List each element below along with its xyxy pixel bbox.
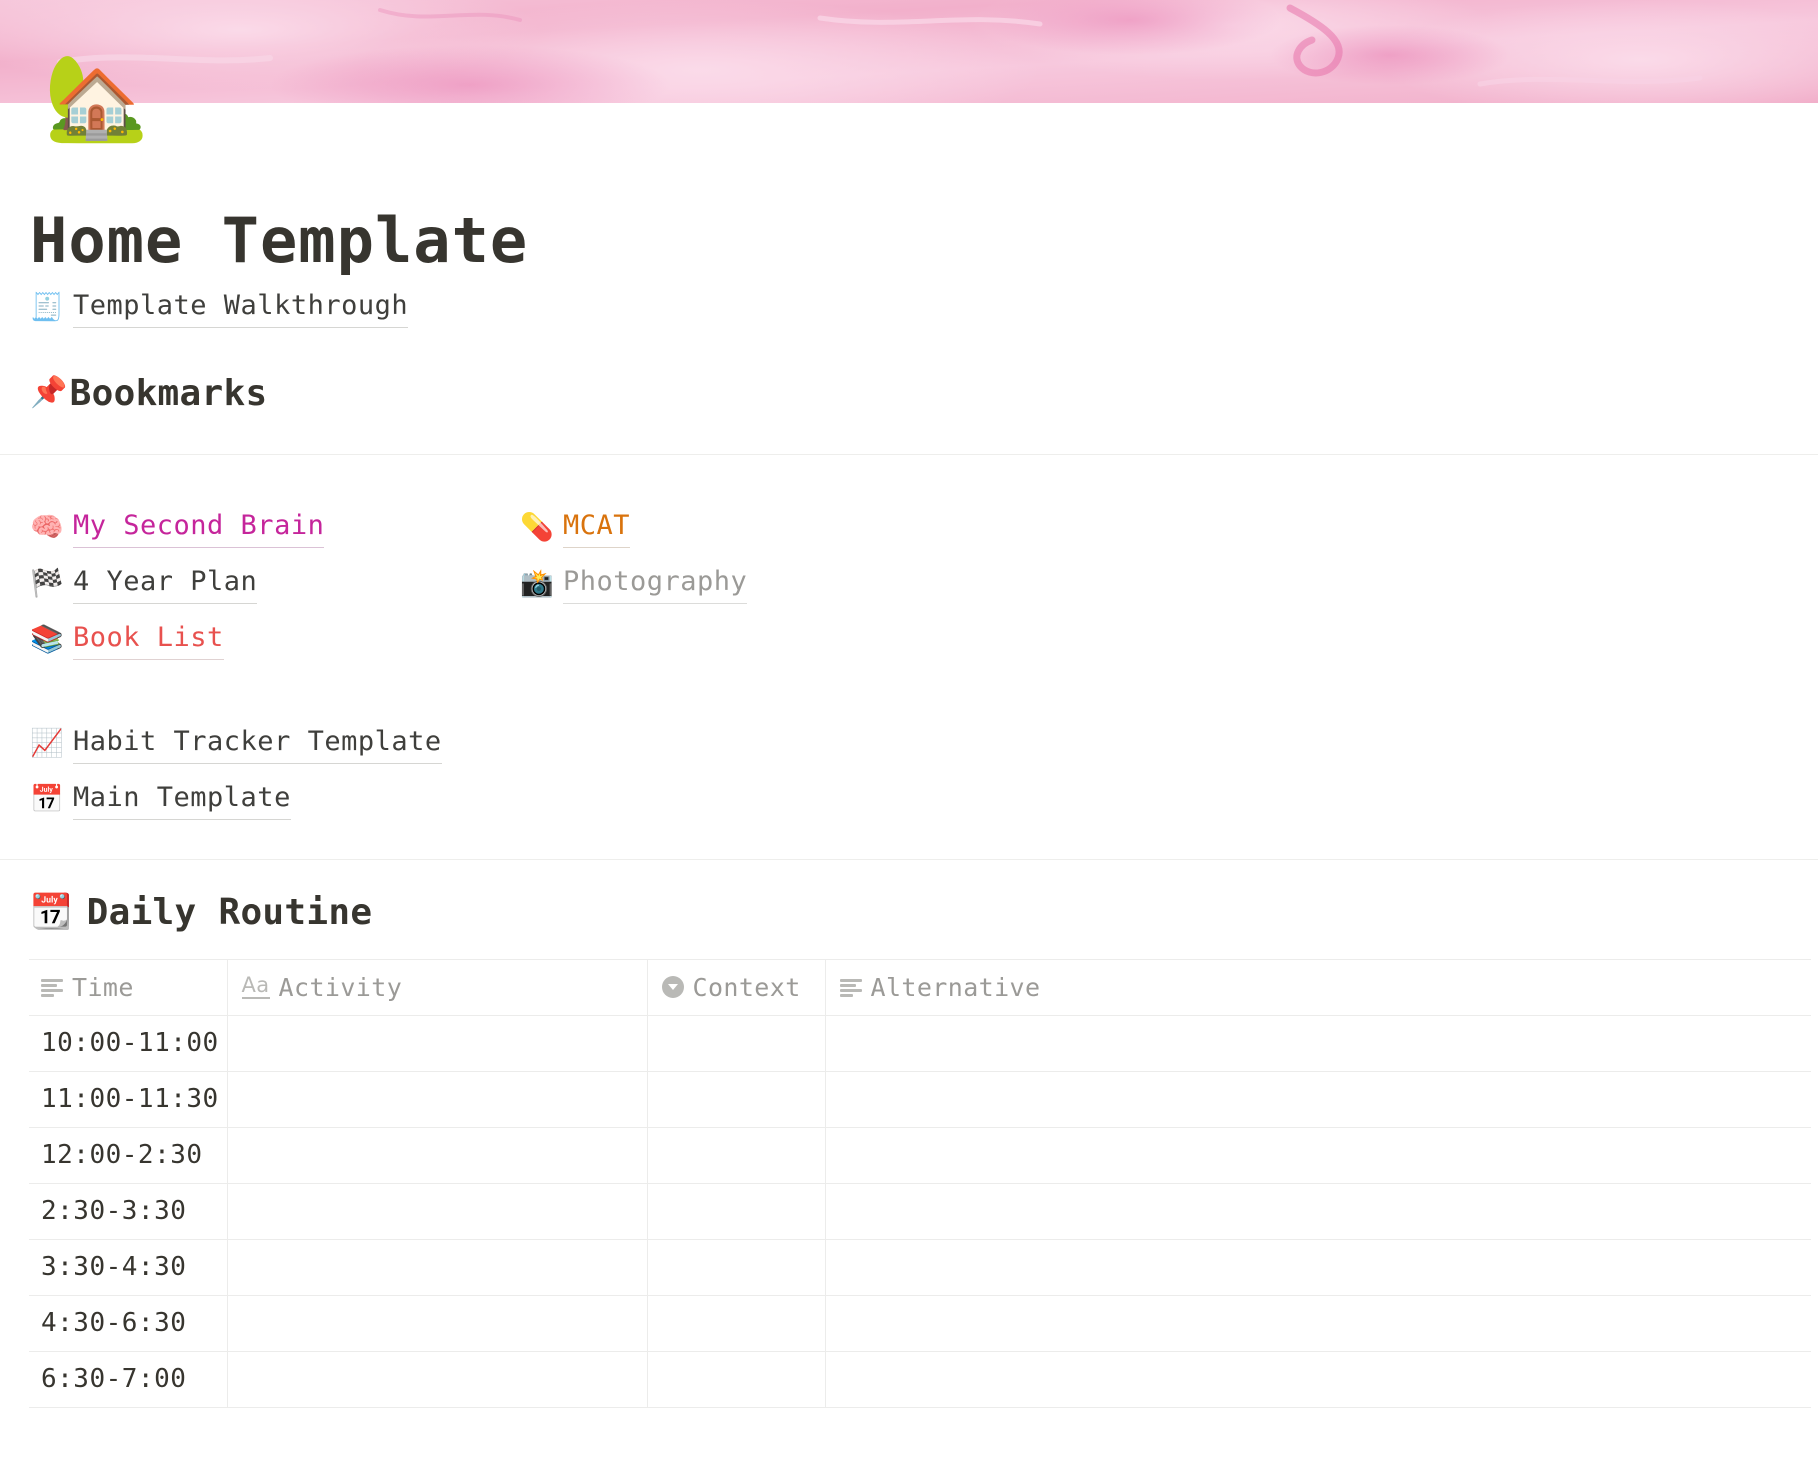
page-content: Home Template 🧾 Template Walkthrough 📌 B… [0, 207, 1818, 1408]
chequered-flag-emoji: 🏁 [30, 568, 64, 600]
select-circle-icon [661, 976, 684, 999]
bookmark-photography[interactable]: 📸 Photography [520, 561, 1010, 607]
cover-marble-texture [0, 0, 1818, 103]
cell-alternative[interactable] [825, 1015, 1811, 1072]
column-header-activity[interactable]: Aa Activity [227, 958, 648, 1016]
cell-time[interactable]: 10:00-11:00 [29, 1015, 228, 1072]
cell-alternative[interactable] [825, 1351, 1811, 1408]
table-row[interactable]: 11:00-11:30 [29, 1071, 1811, 1128]
cell-alternative[interactable] [825, 1071, 1811, 1128]
text-lines-icon [839, 978, 862, 997]
chart-increasing-emoji: 📈 [30, 728, 64, 760]
daily-routine-table: Time Aa Activity Context Alternative 10:… [29, 958, 1811, 1408]
bookmark-mcat[interactable]: 💊 MCAT [520, 505, 1010, 551]
cell-context[interactable] [647, 1127, 826, 1184]
link-label[interactable]: Main Template [73, 780, 291, 820]
column-header-context[interactable]: Context [647, 958, 826, 1016]
cell-activity[interactable] [227, 1183, 648, 1240]
page-title[interactable]: Home Template [30, 207, 1788, 275]
bookmarks-column-left: 🧠 My Second Brain 🏁 4 Year Plan 📚 Book L… [30, 495, 520, 663]
bookmarks-column-right: 💊 MCAT 📸 Photography [520, 495, 1010, 663]
cell-context[interactable] [647, 1071, 826, 1128]
divider-top [0, 453, 1818, 455]
cell-activity[interactable] [227, 1351, 648, 1408]
link-template-walkthrough[interactable]: 🧾 Template Walkthrough [30, 285, 1788, 331]
bookmark-label[interactable]: 4 Year Plan [73, 564, 258, 604]
heading-daily-routine: 📆 Daily Routine [30, 892, 1788, 933]
table-row[interactable]: 6:30-7:00 [29, 1351, 1811, 1408]
table-row[interactable]: 10:00-11:00 [29, 1015, 1811, 1072]
calendar-emoji: 📅 [30, 784, 64, 816]
bookmarks-columns: 🧠 My Second Brain 🏁 4 Year Plan 📚 Book L… [30, 495, 1788, 663]
link-main-template[interactable]: 📅 Main Template [30, 777, 1788, 823]
cell-time[interactable]: 3:30-4:30 [29, 1239, 228, 1296]
cell-context[interactable] [647, 1183, 826, 1240]
template-links-group: 📈 Habit Tracker Template 📅 Main Template [30, 721, 1788, 823]
brain-emoji: 🧠 [30, 512, 64, 544]
column-label: Activity [278, 972, 403, 1002]
cell-activity[interactable] [227, 1071, 648, 1128]
divider-bottom [0, 858, 1818, 860]
heading-label: Bookmarks [69, 372, 268, 414]
cell-context[interactable] [647, 1015, 826, 1072]
cell-context[interactable] [647, 1295, 826, 1352]
cell-context[interactable] [647, 1239, 826, 1296]
column-header-alternative[interactable]: Alternative [825, 958, 1811, 1016]
column-label: Alternative [870, 972, 1041, 1002]
table-header-row: Time Aa Activity Context Alternative [29, 958, 1811, 1016]
cell-alternative[interactable] [825, 1295, 1811, 1352]
table-row[interactable]: 2:30-3:30 [29, 1183, 1811, 1240]
pushpin-emoji: 📌 [30, 375, 68, 411]
cell-time[interactable]: 12:00-2:30 [29, 1127, 228, 1184]
page-icon-emoji[interactable]: 🏡 [44, 55, 149, 139]
table-row[interactable]: 4:30-6:30 [29, 1295, 1811, 1352]
column-label: Context [692, 972, 801, 1002]
bookmark-label[interactable]: MCAT [563, 508, 631, 548]
cell-activity[interactable] [227, 1295, 648, 1352]
title-aa-icon: Aa [241, 973, 270, 1000]
bookmark-label[interactable]: Photography [563, 564, 748, 604]
bookmark-book-list[interactable]: 📚 Book List [30, 617, 520, 663]
bookmark-my-second-brain[interactable]: 🧠 My Second Brain [30, 505, 520, 551]
heading-label: Daily Routine [86, 891, 373, 933]
cell-time[interactable]: 6:30-7:00 [29, 1351, 228, 1408]
cell-time[interactable]: 2:30-3:30 [29, 1183, 228, 1240]
cell-time[interactable]: 11:00-11:30 [29, 1071, 228, 1128]
cell-alternative[interactable] [825, 1239, 1811, 1296]
pill-emoji: 💊 [520, 512, 554, 544]
books-emoji: 📚 [30, 624, 64, 656]
link-label[interactable]: Template Walkthrough [73, 288, 409, 328]
receipt-emoji: 🧾 [30, 292, 64, 324]
column-header-time[interactable]: Time [29, 958, 228, 1016]
camera-with-flash-emoji: 📸 [520, 568, 554, 600]
link-label[interactable]: Habit Tracker Template [73, 724, 442, 764]
cell-time[interactable]: 4:30-6:30 [29, 1295, 228, 1352]
link-habit-tracker-template[interactable]: 📈 Habit Tracker Template [30, 721, 1788, 767]
tear-off-calendar-emoji: 📆 [30, 892, 73, 933]
table-row[interactable]: 3:30-4:30 [29, 1239, 1811, 1296]
cell-alternative[interactable] [825, 1183, 1811, 1240]
bookmark-label[interactable]: My Second Brain [73, 508, 325, 548]
column-label: Time [72, 972, 134, 1002]
table-row[interactable]: 12:00-2:30 [29, 1127, 1811, 1184]
text-lines-icon [41, 978, 63, 997]
bookmark-4-year-plan[interactable]: 🏁 4 Year Plan [30, 561, 520, 607]
cell-context[interactable] [647, 1351, 826, 1408]
cell-activity[interactable] [227, 1127, 648, 1184]
cell-activity[interactable] [227, 1239, 648, 1296]
heading-bookmarks: 📌 Bookmarks [30, 373, 1788, 414]
bookmark-label[interactable]: Book List [73, 620, 224, 660]
page-cover-image[interactable] [0, 0, 1818, 103]
cell-alternative[interactable] [825, 1127, 1811, 1184]
cell-activity[interactable] [227, 1015, 648, 1072]
table-body: 10:00-11:00 11:00-11:30 12:00-2:30 2:30-… [29, 1015, 1811, 1408]
